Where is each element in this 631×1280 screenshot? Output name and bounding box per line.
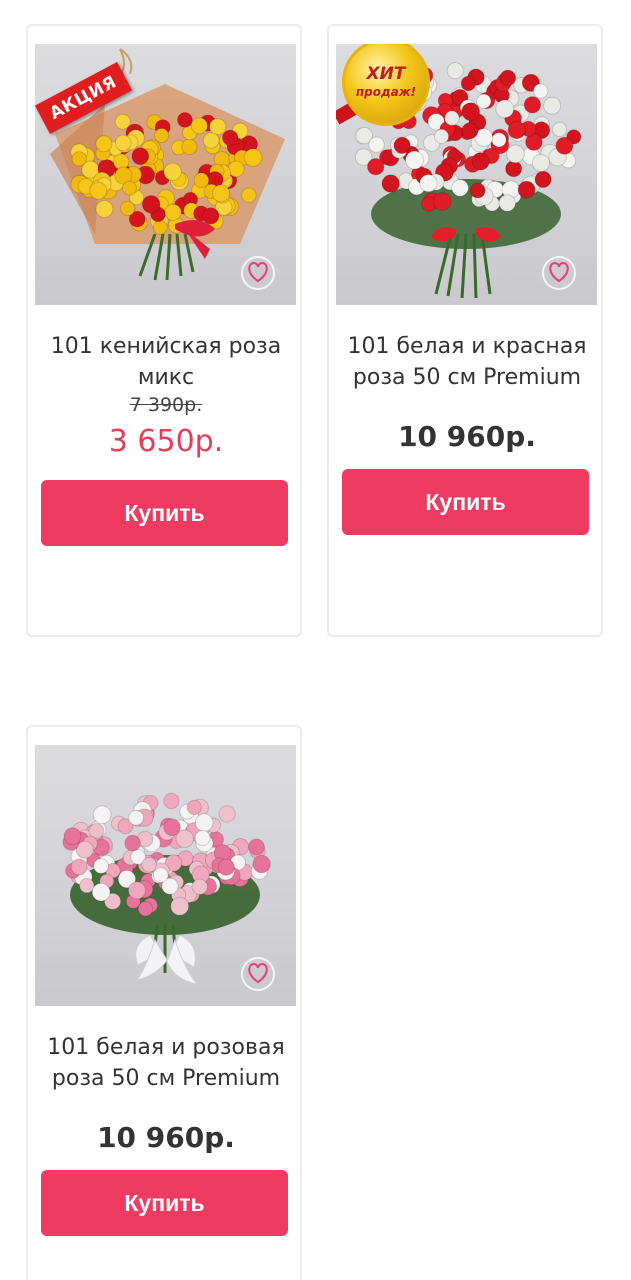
rose-head — [141, 195, 161, 214]
rose-head — [154, 127, 170, 144]
old-price: 7 390р. — [129, 394, 203, 416]
rose-head — [190, 117, 208, 135]
rose-head — [193, 172, 210, 188]
price: 10 960р. — [97, 1121, 235, 1154]
rose-head — [444, 110, 460, 126]
rose-head — [533, 83, 549, 99]
rose-head — [163, 792, 180, 810]
rose-head — [202, 207, 220, 225]
rose-head — [531, 153, 550, 173]
rose-head — [131, 147, 150, 166]
rose-head — [122, 180, 137, 196]
rose-head — [141, 857, 157, 873]
rose-head — [451, 179, 469, 197]
product-card[interactable]: 101 белая и розовая роза 50 см Premium 1… — [26, 725, 302, 1280]
heart-rose-logo-icon — [542, 256, 576, 290]
rose-head — [124, 834, 141, 852]
rose-head — [186, 799, 202, 816]
rose-head — [476, 93, 492, 109]
rose-head — [163, 162, 182, 182]
rose-head — [70, 858, 88, 876]
rose-head — [419, 174, 438, 193]
rose-head — [405, 150, 425, 170]
product-title[interactable]: 101 кенийская роза микс — [34, 331, 298, 393]
rose-head — [170, 896, 190, 916]
product-card[interactable]: АКЦИЯ 101 кенийская роза микс 7 390р. 3 … — [26, 24, 302, 637]
rose-head — [517, 180, 536, 199]
product-image[interactable] — [35, 745, 296, 1006]
rose-head — [92, 805, 112, 825]
rose-head — [461, 122, 479, 140]
rose-head — [71, 151, 87, 167]
rose-head — [191, 878, 208, 896]
rose-head — [241, 187, 257, 203]
rose-head — [243, 148, 263, 167]
rose-head — [128, 809, 144, 826]
buy-button[interactable]: Купить — [342, 469, 589, 535]
rose-head — [495, 99, 515, 119]
rose-head — [194, 813, 214, 832]
rose-head — [152, 219, 168, 235]
buy-button[interactable]: Купить — [41, 480, 288, 546]
rose-head — [217, 858, 235, 876]
rose-head — [127, 881, 147, 900]
rose-head — [461, 102, 481, 121]
rose-head — [63, 827, 82, 846]
rose-head — [523, 96, 542, 114]
rose-head — [89, 181, 108, 200]
rose-head — [164, 203, 182, 221]
rose-head — [367, 158, 385, 176]
buy-button[interactable]: Купить — [41, 1170, 288, 1236]
rose-head — [471, 152, 490, 171]
product-title[interactable]: 101 белая и красная роза 50 см Premium — [335, 331, 599, 393]
rose-head — [552, 121, 568, 138]
rose-head — [114, 134, 132, 152]
rose-head — [218, 805, 236, 823]
price: 10 960р. — [398, 420, 536, 453]
rose-head — [119, 200, 136, 217]
rose-head — [433, 128, 450, 145]
product-card[interactable]: ХИТ продаж! 101 белая и красная роза 50 … — [327, 24, 603, 637]
rose-head — [534, 170, 552, 188]
rose-head — [368, 136, 385, 153]
rose-head — [506, 144, 525, 164]
rose-head — [555, 136, 574, 155]
rose-head — [163, 818, 181, 837]
rose-head — [507, 120, 527, 140]
rose-head — [91, 882, 111, 902]
bestseller-badge-line1: ХИТ — [366, 64, 406, 84]
rose-head — [499, 69, 517, 87]
bestseller-badge-line2: продаж! — [355, 85, 417, 99]
rose-head — [202, 132, 220, 149]
product-image[interactable]: ХИТ продаж! — [336, 44, 597, 305]
rose-head — [543, 96, 562, 115]
sale-price: 3 650р. — [108, 424, 224, 459]
rose-head — [381, 174, 400, 193]
rose-head — [252, 854, 271, 874]
rose-head — [248, 838, 265, 856]
rose-head — [95, 200, 114, 218]
rose-head — [212, 184, 230, 203]
rose-head — [222, 129, 239, 147]
rose-head — [93, 858, 109, 874]
heart-rose-logo-icon — [241, 957, 275, 991]
product-image[interactable]: АКЦИЯ — [35, 44, 296, 305]
heart-rose-logo-icon — [241, 256, 275, 290]
rose-head — [152, 867, 169, 884]
rose-head — [194, 830, 211, 846]
rose-head — [469, 182, 486, 199]
rose-head — [446, 62, 464, 80]
rose-head — [491, 132, 507, 148]
product-title[interactable]: 101 белая и розовая роза 50 см Premium — [34, 1032, 298, 1094]
rose-head — [498, 194, 517, 212]
rose-head — [393, 136, 411, 155]
rose-head — [460, 75, 477, 92]
rose-head — [181, 138, 198, 156]
rose-head — [95, 135, 113, 153]
rose-head — [177, 112, 193, 128]
rose-head — [432, 192, 452, 211]
